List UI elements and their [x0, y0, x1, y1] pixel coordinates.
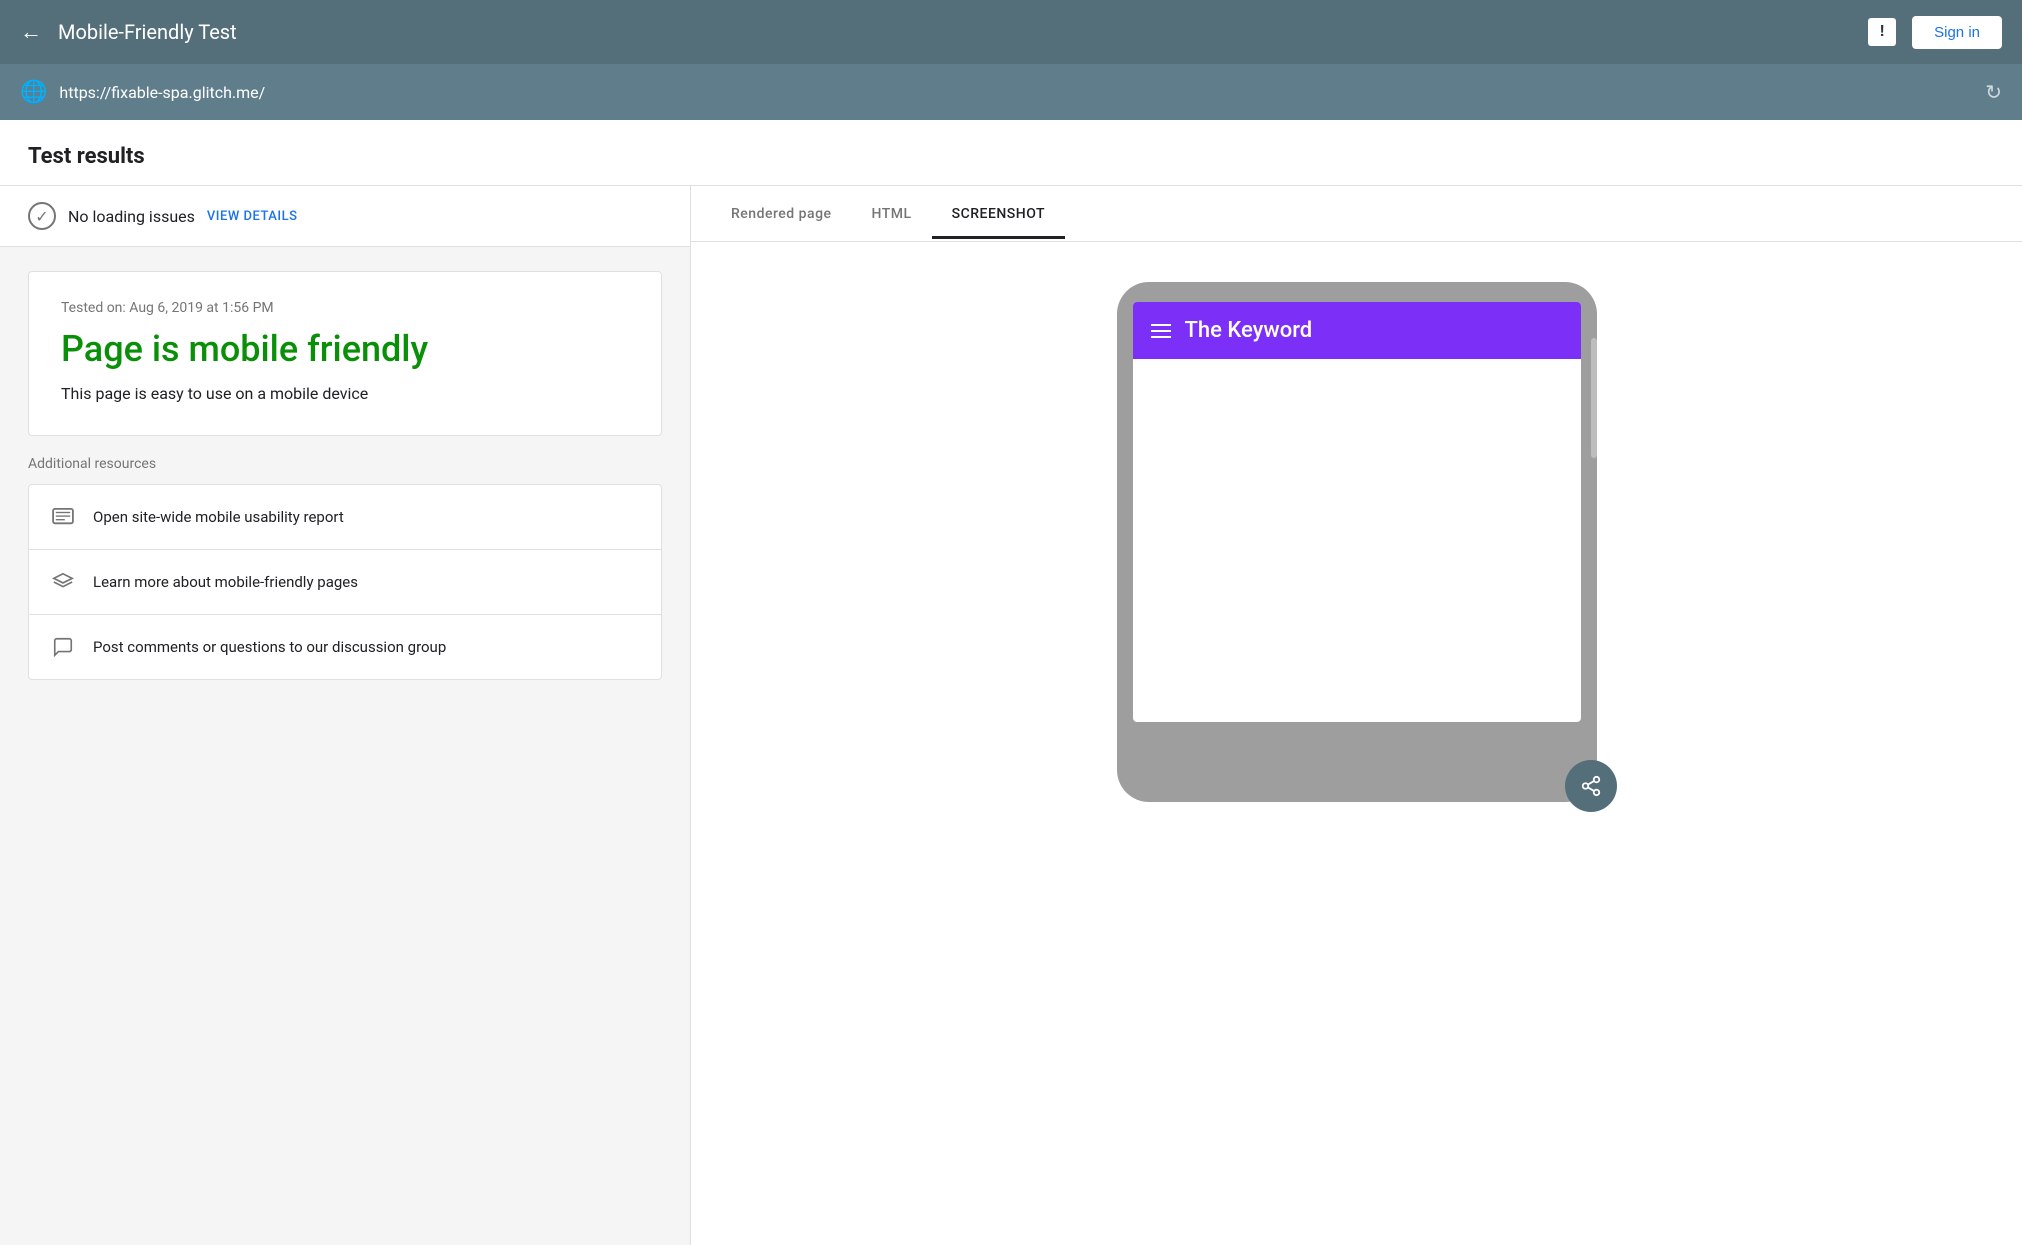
usability-report-label: Open site-wide mobile usability report [93, 508, 344, 526]
resources-card: Open site-wide mobile usability report L… [28, 484, 662, 680]
phone-screen: The Keyword [1133, 302, 1581, 722]
top-nav: ← Mobile-Friendly Test ! Sign in [0, 0, 2022, 64]
feedback-icon: ! [1868, 18, 1896, 46]
refresh-icon[interactable]: ↻ [1985, 80, 2002, 104]
phone-header-bar: The Keyword [1133, 302, 1581, 359]
right-panel: Rendered page HTML SCREENSHOT The Keywor… [691, 186, 2022, 1245]
two-panel-layout: ✓ No loading issues VIEW DETAILS Tested … [0, 186, 2022, 1245]
url-bar: 🌐 https://fixable-spa.glitch.me/ ↻ [0, 64, 2022, 120]
discussion-group-label: Post comments or questions to our discus… [93, 638, 446, 656]
left-panel: ✓ No loading issues VIEW DETAILS Tested … [0, 186, 690, 1245]
feedback-button[interactable]: ! [1868, 18, 1896, 46]
back-button[interactable]: ← [20, 19, 42, 45]
additional-resources-title: Additional resources [28, 456, 662, 472]
app-title: Mobile-Friendly Test [58, 20, 1868, 44]
share-fab-button[interactable] [1565, 760, 1617, 812]
globe-icon: 🌐 [20, 80, 47, 105]
scrollbar-accent [1591, 338, 1597, 458]
hamburger-icon [1151, 324, 1171, 338]
status-bar: ✓ No loading issues VIEW DETAILS [0, 186, 690, 247]
hamburger-line-1 [1151, 324, 1171, 326]
learn-more-icon [49, 568, 77, 596]
mobile-friendly-description: This page is easy to use on a mobile dev… [61, 384, 629, 403]
list-item[interactable]: Post comments or questions to our discus… [29, 615, 661, 679]
tested-on-label: Tested on: Aug 6, 2019 at 1:56 PM [61, 300, 629, 316]
hamburger-line-2 [1151, 330, 1171, 332]
tab-rendered-page[interactable]: Rendered page [711, 190, 852, 238]
view-details-link[interactable]: VIEW DETAILS [207, 209, 298, 224]
usability-report-icon [49, 503, 77, 531]
discussion-group-icon [49, 633, 77, 661]
sign-in-button[interactable]: Sign in [1912, 16, 2002, 49]
back-icon: ← [20, 19, 42, 45]
phone-site-title: The Keyword [1185, 318, 1313, 343]
tab-screenshot[interactable]: SCREENSHOT [932, 190, 1065, 238]
tab-html[interactable]: HTML [852, 190, 932, 238]
no-loading-label: No loading issues [68, 207, 195, 226]
additional-resources-section: Additional resources Open site-wide mobi… [0, 456, 690, 680]
learn-more-label: Learn more about mobile-friendly pages [93, 573, 358, 591]
test-results-header: Test results [0, 120, 2022, 185]
right-panel-tabs: Rendered page HTML SCREENSHOT [691, 186, 2022, 242]
check-circle-icon: ✓ [28, 202, 56, 230]
hamburger-line-3 [1151, 336, 1171, 338]
screenshot-content: The Keyword [691, 242, 2022, 1245]
result-card: Tested on: Aug 6, 2019 at 1:56 PM Page i… [28, 271, 662, 436]
list-item[interactable]: Open site-wide mobile usability report [29, 485, 661, 550]
list-item[interactable]: Learn more about mobile-friendly pages [29, 550, 661, 615]
mobile-friendly-title: Page is mobile friendly [61, 328, 629, 370]
phone-body-content [1133, 359, 1581, 679]
phone-mockup: The Keyword [1117, 282, 1597, 802]
page-title: Test results [28, 144, 1994, 169]
url-input[interactable]: https://fixable-spa.glitch.me/ [59, 83, 1973, 102]
